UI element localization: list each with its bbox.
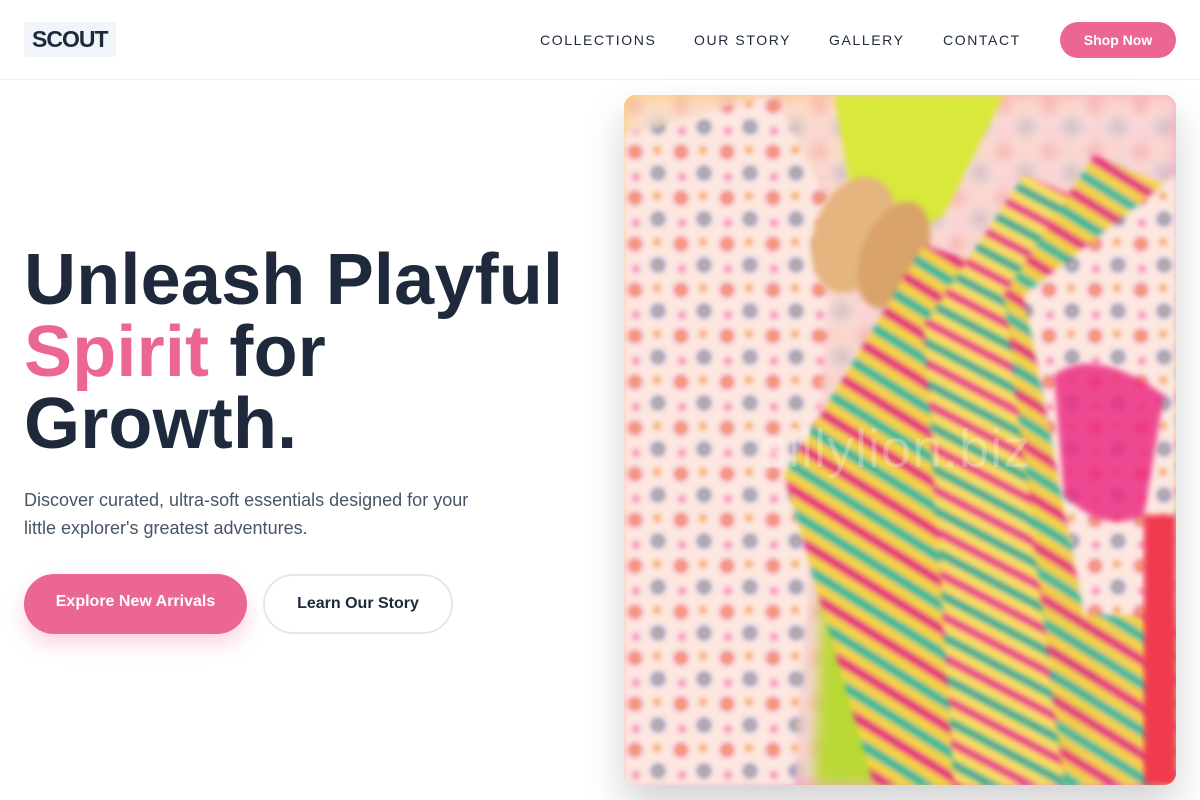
explore-new-arrivals-button[interactable]: Explore New Arrivals: [24, 574, 247, 634]
shop-now-button[interactable]: Shop Now: [1060, 22, 1176, 58]
nav-link-our-story[interactable]: OUR STORY: [694, 31, 791, 49]
hero-subtext: Discover curated, ultra-soft essentials …: [24, 490, 469, 538]
headline-after-accent: for: [209, 312, 326, 392]
hero-headline: Unleash Playful Spirit for Growth.: [24, 244, 604, 460]
nav-link-collections[interactable]: COLLECTIONS: [540, 31, 656, 49]
headline-line-1: Unleash Playful: [24, 240, 564, 320]
learn-our-story-button[interactable]: Learn Our Story: [263, 574, 453, 634]
nav-link-contact[interactable]: CONTACT: [943, 31, 1021, 49]
brand-logo[interactable]: SCOUT: [24, 22, 116, 57]
headline-line-3: Growth.: [24, 384, 298, 464]
nav-link-gallery[interactable]: GALLERY: [829, 31, 905, 49]
headline-accent-word: Spirit: [24, 312, 210, 392]
site-header: SCOUT COLLECTIONS OUR STORY GALLERY CONT…: [0, 0, 1200, 80]
image-watermark: sillylion.biz: [760, 419, 1032, 479]
